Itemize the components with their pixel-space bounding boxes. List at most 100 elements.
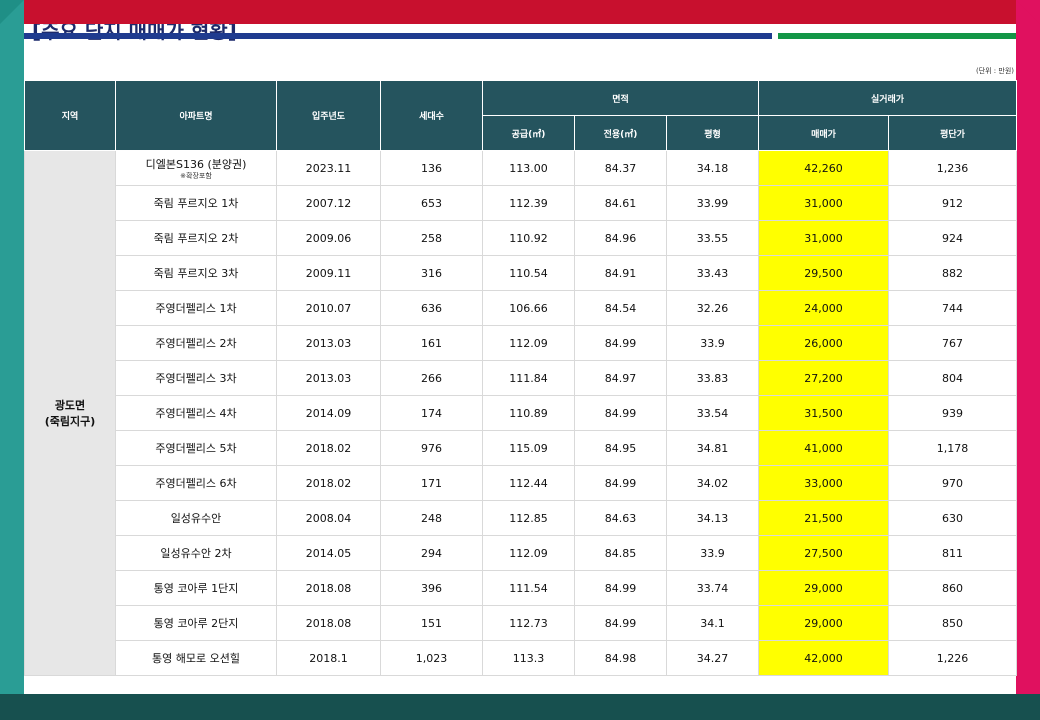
pyeong-cell: 33.74 — [665, 570, 760, 606]
table-row: 통영 코아루 1단지 2018.08 396 111.54 84.99 33.74 29,0… — [25, 570, 1018, 606]
move-in-cell: 2014.05 — [276, 535, 381, 571]
apartment-name: 주영더펠리스 6차 — [155, 477, 237, 490]
move-in-cell: 2013.03 — [276, 325, 381, 361]
per-pyeong-cell: 744 — [888, 290, 1018, 326]
pyeong-cell: 34.27 — [665, 640, 760, 676]
table-row: 광도면 (죽림지구) 디엘본S136 (분양권) ※확장포함 2023.11 136 11… — [24, 150, 1018, 676]
move-in-cell: 2018.02 — [276, 430, 381, 466]
apartment-cell: 일성유수안 — [115, 500, 277, 536]
move-in-cell: 2023.11 — [276, 150, 381, 186]
apartment-name: 통영 해모로 오션힐 — [152, 652, 240, 665]
households-cell: 258 — [380, 220, 483, 256]
bottom-frame-bar — [0, 694, 1040, 720]
pyeong-cell: 34.1 — [665, 605, 760, 641]
move-in-cell: 2018.08 — [276, 570, 381, 606]
households-cell: 174 — [380, 395, 483, 431]
sale-price-cell: 29,500 — [758, 255, 890, 291]
header-region: 지역 — [24, 80, 116, 151]
per-pyeong-cell: 850 — [888, 605, 1018, 641]
pyeong-cell: 34.81 — [665, 430, 760, 466]
apartment-cell: 주영더펠리스 1차 — [115, 290, 277, 326]
move-in-cell: 2008.04 — [276, 500, 381, 536]
supply-area-cell: 111.84 — [482, 360, 575, 396]
apartment-cell: 주영더펠리스 4차 — [115, 395, 277, 431]
exclusive-area-cell: 84.54 — [574, 290, 667, 326]
pyeong-cell: 33.55 — [665, 220, 760, 256]
sale-price-cell: 24,000 — [758, 290, 890, 326]
exclusive-area-cell: 84.61 — [574, 185, 667, 221]
table-row: 일성유수안 2차 2014.05 294 112.09 84.85 33.9 27,500 8… — [25, 535, 1018, 571]
sale-price-cell: 42,260 — [758, 150, 890, 186]
table-row: 주영더펠리스 2차 2013.03 161 112.09 84.99 33.9 26,000… — [25, 325, 1018, 361]
table-body: 광도면 (죽림지구) 디엘본S136 (분양권) ※확장포함 2023.11 136 11… — [24, 150, 1018, 676]
households-cell: 653 — [380, 185, 483, 221]
households-cell: 161 — [380, 325, 483, 361]
move-in-cell: 2009.11 — [276, 255, 381, 291]
sale-price-cell: 29,000 — [758, 570, 890, 606]
pyeong-cell: 32.26 — [665, 290, 760, 326]
supply-area-cell: 106.66 — [482, 290, 575, 326]
apartment-cell: 통영 코아루 1단지 — [115, 570, 277, 606]
header-pyeong: 평형 — [665, 115, 760, 151]
exclusive-area-cell: 84.97 — [574, 360, 667, 396]
exclusive-area-cell: 84.85 — [574, 535, 667, 571]
per-pyeong-cell: 1,226 — [888, 640, 1018, 676]
supply-area-cell: 112.85 — [482, 500, 575, 536]
apartment-name: 죽림 푸르지오 1차 — [153, 197, 239, 210]
supply-area-cell: 112.09 — [482, 535, 575, 571]
apartment-cell: 죽림 푸르지오 3차 — [115, 255, 277, 291]
apartment-name: 주영더펠리스 4차 — [155, 407, 237, 420]
apartment-cell: 죽림 푸르지오 2차 — [115, 220, 277, 256]
per-pyeong-cell: 970 — [888, 465, 1018, 501]
header-price-group: 실거래가 — [758, 80, 1018, 116]
sale-price-cell: 31,500 — [758, 395, 890, 431]
exclusive-area-cell: 84.99 — [574, 605, 667, 641]
apartment-name: 주영더펠리스 2차 — [155, 337, 237, 350]
sale-price-cell: 41,000 — [758, 430, 890, 466]
apartment-cell: 주영더펠리스 5차 — [115, 430, 277, 466]
sale-price-cell: 29,000 — [758, 605, 890, 641]
apartment-cell: 주영더펠리스 2차 — [115, 325, 277, 361]
supply-area-cell: 112.73 — [482, 605, 575, 641]
pyeong-cell: 33.54 — [665, 395, 760, 431]
pyeong-cell: 34.02 — [665, 465, 760, 501]
header-area-group: 면적 — [481, 80, 760, 116]
move-in-cell: 2007.12 — [276, 185, 381, 221]
apartment-note: ※확장포함 — [180, 172, 212, 180]
supply-area-cell: 115.09 — [482, 430, 575, 466]
header-supply: 공급(㎡) — [482, 115, 575, 151]
sale-price-cell: 27,500 — [758, 535, 890, 571]
households-cell: 396 — [380, 570, 483, 606]
per-pyeong-cell: 939 — [888, 395, 1018, 431]
per-pyeong-cell: 767 — [888, 325, 1018, 361]
unit-label: (단위 : 만원) — [975, 67, 1014, 75]
apartment-name: 일성유수안 2차 — [160, 547, 232, 560]
sale-price-cell: 26,000 — [758, 325, 890, 361]
apartment-cell: 통영 해모로 오션힐 — [115, 640, 277, 676]
move-in-cell: 2010.07 — [276, 290, 381, 326]
apartment-name: 통영 코아루 1단지 — [153, 582, 239, 595]
pyeong-cell: 33.9 — [665, 325, 760, 361]
households-cell: 1,023 — [380, 640, 483, 676]
table-row: 주영더펠리스 5차 2018.02 976 115.09 84.95 34.81 41,00… — [25, 430, 1018, 466]
apartment-name: 일성유수안 — [170, 512, 222, 525]
households-cell: 294 — [380, 535, 483, 571]
pyeong-cell: 33.43 — [665, 255, 760, 291]
pyeong-cell: 33.99 — [665, 185, 760, 221]
move-in-cell: 2009.06 — [276, 220, 381, 256]
pyeong-cell: 34.18 — [665, 150, 760, 186]
supply-area-cell: 113.3 — [482, 640, 575, 676]
table-row: 죽림 푸르지오 2차 2009.06 258 110.92 84.96 33.55 31,0… — [25, 220, 1018, 256]
sale-price-cell: 21,500 — [758, 500, 890, 536]
per-pyeong-cell: 630 — [888, 500, 1018, 536]
supply-area-cell: 111.54 — [482, 570, 575, 606]
per-pyeong-cell: 804 — [888, 360, 1018, 396]
exclusive-area-cell: 84.99 — [574, 325, 667, 361]
households-cell: 248 — [380, 500, 483, 536]
table-row: 통영 해모로 오션힐 2018.1 1,023 113.3 84.98 34.27 42,0… — [25, 640, 1018, 676]
apartment-cell: 죽림 푸르지오 1차 — [115, 185, 277, 221]
apartment-name: 죽림 푸르지오 3차 — [153, 267, 239, 280]
exclusive-area-cell: 84.99 — [574, 570, 667, 606]
exclusive-area-cell: 84.99 — [574, 465, 667, 501]
price-table: 지역 아파트명 입주년도 세대수 면적 실거래가 공급(㎡) 전용(㎡) 평형 … — [24, 80, 1018, 676]
